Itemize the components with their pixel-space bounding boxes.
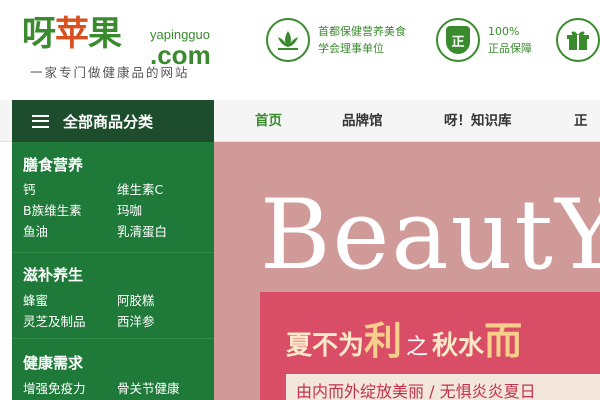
badge-genuine-line2: 正品保障	[488, 42, 532, 55]
category-link[interactable]: 骨关节健康	[117, 378, 180, 397]
logo-char-3: 果	[88, 14, 122, 54]
banner-slogan: 夏不为利之秋水而	[286, 319, 523, 363]
badge-member-line2: 学会理事单位	[318, 42, 384, 55]
category-sidebar: 膳食营养 钙 维生素C B族维生素 玛咖 鱼油 乳清蛋白 滋补养生 蜂蜜 阿胶糕…	[12, 142, 214, 400]
badge-genuine-line1: 100%	[488, 25, 520, 38]
divider	[12, 252, 214, 253]
page: 呀苹果 yapingguo .com 一家专门做健康品的网站 首都保健营养美食 …	[0, 0, 600, 400]
category-link[interactable]: 灵芝及制品	[23, 311, 86, 330]
nav-knowledge[interactable]: 呀！知识库	[444, 100, 512, 142]
site-logo[interactable]: 呀苹果 yapingguo .com	[22, 14, 211, 68]
shield-icon: 正	[446, 26, 470, 54]
promo-banner[interactable]: BeautY 夏不为利之秋水而 由内而外绽放美丽 / 无惧炎炎夏日	[214, 142, 600, 400]
badge-gift	[556, 18, 600, 62]
group-title[interactable]: 健康需求	[23, 352, 83, 373]
nav-home[interactable]: 首页	[255, 100, 282, 142]
logo-char-2: 苹	[55, 14, 89, 54]
badge-member-line1: 首都保健营养美食	[318, 25, 406, 38]
gift-icon	[556, 18, 600, 62]
menu-icon	[32, 114, 49, 128]
nav-genuine[interactable]: 正品	[574, 100, 600, 171]
category-link[interactable]: 钙	[23, 179, 36, 198]
category-link[interactable]: 玛咖	[117, 200, 142, 219]
category-link[interactable]: 增强免疫力	[23, 378, 86, 397]
badge-genuine: 正 100% 正品保障	[436, 18, 532, 62]
group-title[interactable]: 膳食营养	[23, 154, 83, 175]
nav-brands[interactable]: 品牌馆	[342, 100, 383, 142]
category-link[interactable]: 西洋参	[117, 311, 155, 330]
all-categories-label: 全部商品分类	[63, 112, 154, 131]
category-link[interactable]: 阿胶糕	[117, 290, 155, 309]
category-link[interactable]: 乳清蛋白	[117, 221, 167, 240]
category-link[interactable]: 蜂蜜	[23, 290, 48, 309]
lotus-icon	[266, 18, 310, 62]
category-link[interactable]: 维生素C	[117, 179, 163, 198]
badge-member: 首都保健营养美食 学会理事单位	[266, 18, 406, 62]
all-categories-button[interactable]: 全部商品分类	[12, 100, 214, 142]
site-tagline: 一家专门做健康品的网站	[30, 65, 190, 80]
category-link[interactable]: B族维生素	[23, 200, 82, 219]
logo-char-1: 呀	[22, 14, 56, 54]
banner-headline: BeautY	[260, 179, 600, 291]
group-title[interactable]: 滋补养生	[23, 264, 83, 285]
site-header: 呀苹果 yapingguo .com 一家专门做健康品的网站 首都保健营养美食 …	[0, 0, 600, 100]
category-link[interactable]: 鱼油	[23, 221, 48, 240]
divider	[12, 338, 214, 339]
banner-subline: 由内而外绽放美丽 / 无惧炎炎夏日	[296, 382, 536, 400]
